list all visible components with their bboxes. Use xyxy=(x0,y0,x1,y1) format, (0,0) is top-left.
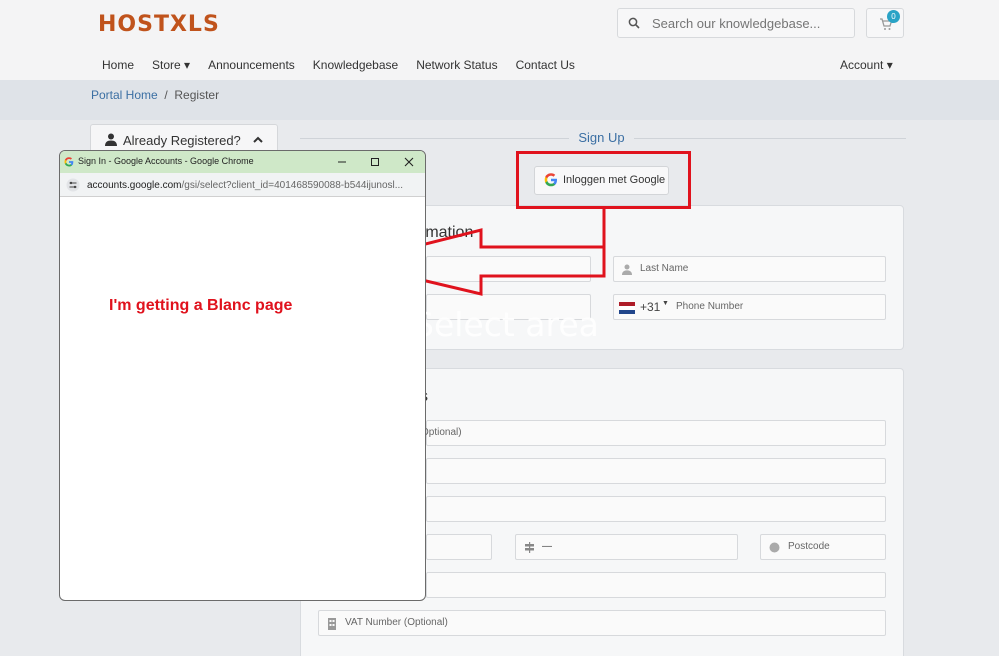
vat-number-placeholder: VAT Number (Optional) xyxy=(345,617,448,628)
postcode-placeholder: Postcode xyxy=(788,541,830,552)
user-icon xyxy=(105,133,117,146)
knowledgebase-search[interactable] xyxy=(617,8,855,38)
state-value: — xyxy=(542,541,552,552)
nav-knowledgebase[interactable]: Knowledgebase xyxy=(313,58,398,74)
vat-number-field[interactable]: VAT Number (Optional) xyxy=(318,610,886,636)
search-input[interactable] xyxy=(652,13,847,33)
popup-address-bar[interactable]: accounts.google.com/gsi/select?client_id… xyxy=(60,173,425,197)
first-name-field[interactable] xyxy=(426,256,591,282)
user-icon xyxy=(622,264,632,275)
building-icon xyxy=(328,618,336,630)
chevron-down-icon: ▼ xyxy=(662,300,669,307)
cart-count-badge: 0 xyxy=(887,10,900,23)
country-field[interactable] xyxy=(426,572,886,598)
popup-titlebar[interactable]: Sign In - Google Accounts - Google Chrom… xyxy=(60,151,425,173)
phone-field[interactable]: +31 ▼ Phone Number xyxy=(613,294,886,320)
company-placeholder: Optional) xyxy=(421,427,462,438)
close-icon[interactable] xyxy=(404,157,414,167)
blank-page-annotation: I'm getting a Blanc page xyxy=(109,297,293,314)
breadcrumb-home[interactable]: Portal Home xyxy=(91,88,158,102)
nav-contact-us[interactable]: Contact Us xyxy=(516,58,575,74)
location-icon xyxy=(769,542,780,553)
signup-heading: Sign Up xyxy=(569,130,634,148)
last-name-field[interactable]: Last Name xyxy=(613,256,886,282)
maximize-icon[interactable] xyxy=(370,157,380,167)
address2-field[interactable] xyxy=(426,496,886,522)
minimize-icon[interactable] xyxy=(337,157,347,167)
search-icon xyxy=(628,17,640,29)
nav-announcements[interactable]: Announcements xyxy=(208,58,295,74)
personal-info-title: rmation xyxy=(420,224,474,241)
state-field[interactable]: — xyxy=(515,534,738,560)
nav-store[interactable]: Store ▾ xyxy=(152,58,190,74)
company-field[interactable]: Optional) xyxy=(421,420,886,446)
popup-url-host: accounts.google.com xyxy=(87,180,182,191)
site-logo[interactable]: HOSTXLS xyxy=(98,12,220,37)
site-info-icon[interactable] xyxy=(66,178,80,192)
breadcrumb-current: Register xyxy=(174,88,220,102)
signpost-icon xyxy=(525,542,534,553)
popup-url-path: /gsi/select?client_id=401468590088-b544i… xyxy=(181,180,404,191)
chevron-up-icon xyxy=(253,136,263,143)
google-g-icon xyxy=(64,157,74,167)
phone-country-code[interactable]: +31 xyxy=(640,300,660,314)
breadcrumb-separator: / xyxy=(164,88,168,102)
nav-network-status[interactable]: Network Status xyxy=(416,58,497,74)
phone-placeholder: Phone Number xyxy=(676,301,744,312)
last-name-placeholder: Last Name xyxy=(640,263,689,274)
postcode-field[interactable]: Postcode xyxy=(760,534,886,560)
google-button-highlight xyxy=(516,151,691,209)
address1-field[interactable] xyxy=(426,458,886,484)
netherlands-flag-icon xyxy=(619,302,635,314)
popup-title: Sign In - Google Accounts - Google Chrom… xyxy=(78,156,254,166)
select-area-watermark: Select area xyxy=(413,305,599,344)
breadcrumb: Portal Home / Register xyxy=(91,88,219,102)
popup-url[interactable]: accounts.google.com/gsi/select?client_id… xyxy=(87,180,403,191)
main-nav: Home Store ▾ Announcements Knowledgebase… xyxy=(102,58,593,74)
city-field[interactable] xyxy=(426,534,492,560)
nav-home[interactable]: Home xyxy=(102,58,134,74)
google-signin-popup: Sign In - Google Accounts - Google Chrom… xyxy=(59,150,426,601)
nav-account[interactable]: Account ▾ xyxy=(840,58,893,72)
already-registered-label: Already Registered? xyxy=(123,133,241,148)
